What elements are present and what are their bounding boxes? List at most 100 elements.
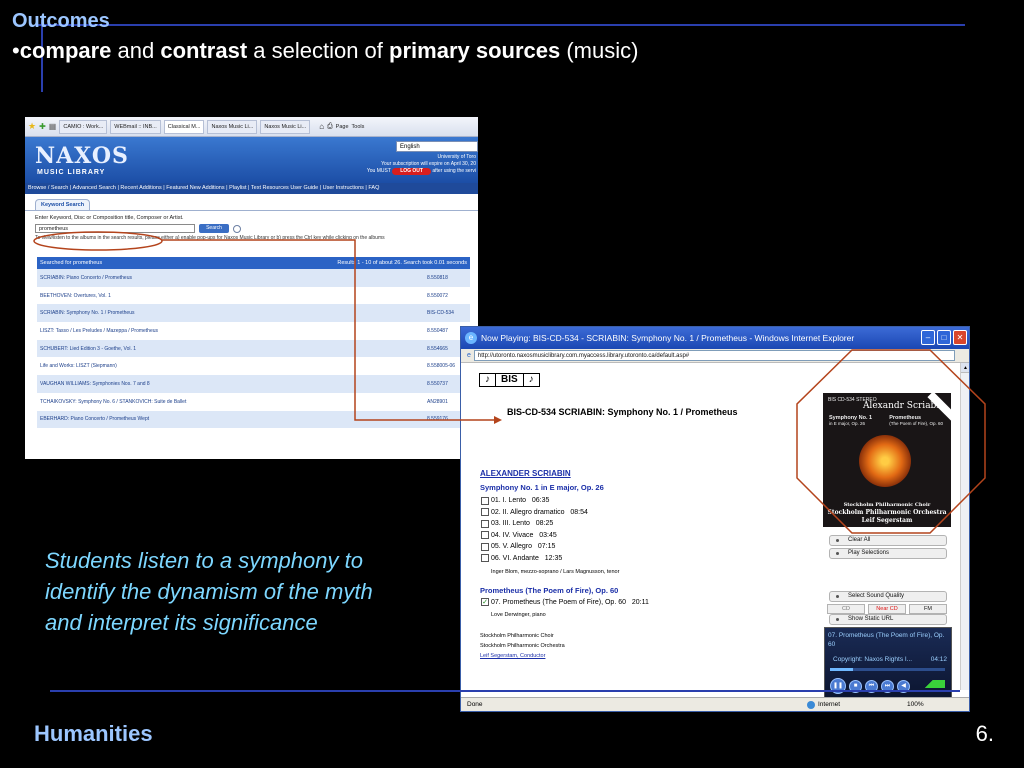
logout-prefix: You MUST xyxy=(366,168,391,174)
album-title: BIS-CD-534 SCRIABIN: Symphony No. 1 / Pr… xyxy=(507,407,738,417)
result-row[interactable]: LISZT: Tasso / Les Preludes / Mazeppa / … xyxy=(37,322,470,340)
results-header: Searched for prometheus Results 1 - 10 o… xyxy=(37,257,470,269)
track-checkbox[interactable] xyxy=(481,554,489,563)
result-row[interactable]: Life and Works: LISZT (Siepmann) 8.558005… xyxy=(37,357,470,376)
keyword-search-input[interactable]: prometheus xyxy=(35,224,195,233)
quality-fm-button[interactable]: FM xyxy=(909,604,947,614)
home-icon[interactable]: ⌂ xyxy=(319,122,324,131)
track-time: 07:15 xyxy=(537,543,556,551)
url-field[interactable]: http://utoronto.naxosmusiclibrary.com.my… xyxy=(473,350,955,361)
close-icon[interactable]: ✕ xyxy=(953,330,967,345)
track-checkbox[interactable] xyxy=(481,519,489,528)
logout-row: You MUST LOG OUT after using the servi xyxy=(367,168,476,175)
refresh-icon[interactable] xyxy=(233,224,241,233)
now-playing-window: e Now Playing: BIS-CD-534 - SCRIABIN: Sy… xyxy=(460,326,970,712)
subscription-info: University of Toro Your subscription wil… xyxy=(367,154,476,175)
track-checkbox[interactable] xyxy=(481,531,489,540)
composer-link[interactable]: ALEXANDER SCRIABIN xyxy=(480,469,571,478)
search-button[interactable]: Search xyxy=(199,224,229,233)
cover-orchestra: Stockholm Philharmonic Orchestra xyxy=(827,509,947,516)
favorites-star-icon[interactable]: ★ xyxy=(28,121,36,132)
add-favorites-icon[interactable]: ✚ xyxy=(39,122,46,131)
track-checkbox[interactable] xyxy=(481,542,489,551)
browser-tab[interactable]: WEBmail :: INB... xyxy=(110,119,161,134)
result-title[interactable]: LISZT: Tasso / Les Preludes / Mazeppa / … xyxy=(40,328,158,334)
result-row[interactable]: SCRIABIN: Piano Concerto / Prometheus 8.5… xyxy=(37,269,470,287)
minimize-icon[interactable]: – xyxy=(921,330,935,345)
tools-menu[interactable]: Tools xyxy=(352,124,365,130)
page-menu[interactable]: Page xyxy=(336,124,349,130)
cover-choir: Stockholm Philharmonic Choir xyxy=(843,502,931,508)
show-static-url-button[interactable]: Show Static URL xyxy=(829,614,947,625)
bullet-text: (music) xyxy=(560,38,639,63)
result-title[interactable]: EBERHARD: Piano Concerto / Prometheus We… xyxy=(40,416,149,422)
play-selections-button[interactable]: Play Selections xyxy=(829,548,947,559)
track-checkbox[interactable] xyxy=(481,508,489,517)
outcome-bullet: •compare and contrast a selection of pri… xyxy=(12,38,638,64)
sound-quality-options: CD Near CD FM xyxy=(827,604,947,614)
naxos-nav-bar[interactable]: Browse / Search | Advanced Search | Rece… xyxy=(25,183,478,194)
scroll-up-icon[interactable]: ▲ xyxy=(961,363,969,373)
results-list: SCRIABIN: Piano Concerto / Prometheus 8.5… xyxy=(37,269,470,429)
track-checkbox[interactable] xyxy=(481,496,489,505)
seek-bar[interactable] xyxy=(830,668,945,671)
track-row-selected[interactable]: ✓ 07. Prometheus (The Poem of Fire), Op. … xyxy=(481,598,649,606)
result-title[interactable]: SCRIABIN: Piano Concerto / Prometheus xyxy=(40,275,132,281)
track-row[interactable]: 01. I. Lento 06:35 xyxy=(481,495,588,507)
quality-near-cd-button[interactable]: Near CD xyxy=(868,604,906,614)
cover-fire-image xyxy=(859,435,911,487)
bullet-primary-sources: primary sources xyxy=(389,38,561,63)
result-title[interactable]: BEETHOVEN: Overtures, Vol. 1 xyxy=(40,293,111,299)
result-title[interactable]: TCHAIKOVSKY: Symphony No. 6 / STANKOVICH… xyxy=(40,399,186,405)
track-row[interactable]: 06. VI. Andante 12:35 xyxy=(481,553,588,565)
bis-logo-text: BIS xyxy=(496,374,524,386)
result-row[interactable]: SCRIABIN: Symphony No. 1 / Prometheus BIS… xyxy=(37,304,470,323)
track-row[interactable]: 03. III. Lento 08:25 xyxy=(481,518,588,530)
page-icon: e xyxy=(467,352,471,359)
vertical-scrollbar[interactable]: ▲ xyxy=(960,363,969,690)
track-label: 05. V. Allegro xyxy=(491,543,532,551)
cover-symphony: Symphony No. 1 in E major, Op. 26 xyxy=(829,415,872,426)
result-title[interactable]: SCRIABIN: Symphony No. 1 / Prometheus xyxy=(40,310,134,316)
browser-tab[interactable]: CAMIO : Work... xyxy=(59,119,108,134)
quality-cd-button[interactable]: CD xyxy=(827,604,865,614)
ensembles: Stockholm Philharmonic Choir Stockholm P… xyxy=(480,631,565,661)
language-select[interactable]: English xyxy=(396,141,478,152)
naxos-logo[interactable]: NAXOS xyxy=(35,143,129,169)
tab-list-icon[interactable]: ▦ xyxy=(49,122,57,131)
conductor-link[interactable]: Leif Segerstam, Conductor xyxy=(480,651,565,661)
maximize-icon[interactable]: □ xyxy=(937,330,951,345)
browser-tab-active[interactable]: Classical M... xyxy=(163,119,205,134)
clear-all-label: Clear All xyxy=(848,537,871,543)
bullet-icon xyxy=(836,552,839,555)
slide: Outcomes •compare and contrast a selecti… xyxy=(0,0,1024,768)
clear-all-button[interactable]: Clear All xyxy=(829,535,947,546)
volume-slider[interactable] xyxy=(913,680,945,688)
track-checkbox-checked[interactable]: ✓ xyxy=(481,598,489,606)
status-bar: Done Internet 100% xyxy=(461,697,969,711)
results-count: Results 1 - 10 of about 26. Search took … xyxy=(337,260,467,266)
result-title[interactable]: VAUGHAN WILLIAMS: Symphonies Nos. 7 and … xyxy=(40,381,150,387)
browser-tab[interactable]: Naxos Music Li... xyxy=(260,119,311,134)
result-title[interactable]: SCHUBERT: Lied Edition 3 - Goethe, Vol. … xyxy=(40,346,136,352)
album-cover: BIS CD-534 STEREO Alexandr Scriabin Symp… xyxy=(823,393,951,527)
track-row[interactable]: 05. V. Allegro 07:15 xyxy=(481,541,588,553)
tab-keyword-search[interactable]: Keyword Search xyxy=(35,199,91,210)
logout-button[interactable]: LOG OUT xyxy=(392,168,431,175)
now-playing-track: 07. Prometheus (The Poem of Fire), Op. 6… xyxy=(828,632,945,648)
browser-tab[interactable]: Naxos Music Li... xyxy=(207,119,258,134)
result-title[interactable]: Life and Works: LISZT (Siepmann) xyxy=(40,363,117,369)
result-row[interactable]: SCHUBERT: Lied Edition 3 - Goethe, Vol. … xyxy=(37,339,470,358)
result-row[interactable]: BEETHOVEN: Overtures, Vol. 1 8.550072 xyxy=(37,286,470,305)
track-time: 08:25 xyxy=(535,520,554,528)
track-time: 20:11 xyxy=(631,598,649,606)
result-row[interactable]: VAUGHAN WILLIAMS: Symphonies Nos. 7 and … xyxy=(37,375,470,393)
elapsed-time: 04:12 xyxy=(930,656,947,663)
result-row[interactable]: EBERHARD: Piano Concerto / Prometheus We… xyxy=(37,410,470,429)
zoom-level[interactable]: 100% xyxy=(907,698,957,711)
result-row[interactable]: TCHAIKOVSKY: Symphony No. 6 / STANKOVICH… xyxy=(37,392,470,411)
track-row[interactable]: 02. II. Allegro dramatico 08:54 xyxy=(481,507,588,519)
window-titlebar: e Now Playing: BIS-CD-534 - SCRIABIN: Sy… xyxy=(461,327,969,349)
track-row[interactable]: 04. IV. Vivace 03:45 xyxy=(481,530,588,542)
print-icon[interactable]: ⎙ xyxy=(327,123,333,131)
